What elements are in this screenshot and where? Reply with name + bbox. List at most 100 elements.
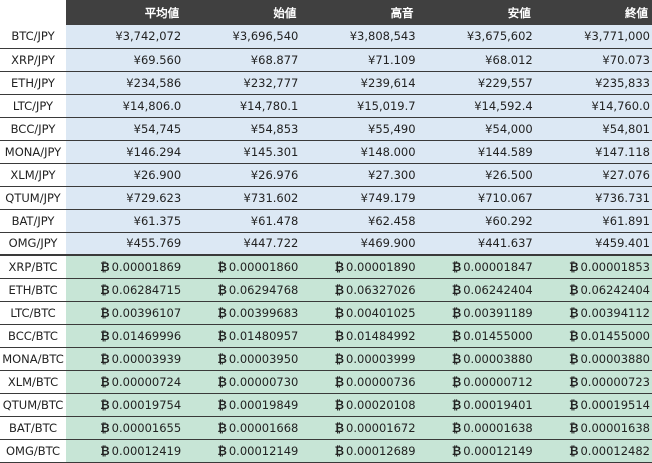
cell-average: ₿ 0.06284715 (66, 278, 184, 302)
table-header: 平均値 始値 高音 安値 終値 (0, 0, 652, 25)
bitcoin-symbol: ₿ (451, 397, 462, 412)
price-value: 0.00394112 (580, 305, 650, 320)
cell-close: ¥61.891 (534, 209, 652, 233)
price-value: 3,808,543 (357, 29, 416, 44)
price-value: 0.00000724 (111, 374, 182, 389)
bitcoin-symbol: ₿ (569, 282, 579, 297)
bitcoin-symbol: ₿ (451, 351, 462, 366)
cell-close: ₿ 0.00000723 (534, 370, 652, 394)
price-value: 146.294 (133, 144, 182, 159)
bitcoin-symbol: ₿ (100, 259, 110, 274)
cell-low: ₿ 0.00391189 (417, 301, 535, 325)
cell-low: ¥60.292 (417, 209, 535, 233)
cell-high: ₿ 0.00401025 (300, 301, 418, 325)
price-table: 平均値 始値 高音 安値 終値 BTC/JPY ¥3,742,072 ¥3,696,… (0, 0, 652, 463)
cell-low: ¥144.589 (417, 140, 535, 164)
yen-symbol: ¥ (602, 167, 610, 182)
cell-low: ₿ 0.00019401 (417, 393, 535, 417)
cell-high: ₿ 0.00012689 (300, 439, 418, 463)
cell-close: ₿ 0.06242404 (534, 278, 652, 302)
table-row: LTC/JPY ¥14,806.0 ¥14,780.1 ¥15,019.7 ¥14,59… (0, 94, 652, 118)
price-value: 0.01455000 (580, 328, 650, 343)
bitcoin-symbol: ₿ (100, 305, 110, 320)
price-value: 0.00003880 (463, 351, 533, 366)
bitcoin-symbol: ₿ (100, 328, 110, 343)
price-value: 27.300 (375, 167, 416, 182)
table-row: ETH/JPY ¥234,586 ¥232,777 ¥239,614 ¥229,557 ¥… (0, 71, 652, 95)
price-value: 147.118 (602, 144, 650, 159)
yen-symbol: ¥ (133, 213, 141, 228)
price-value: 729.623 (133, 190, 182, 205)
yen-symbol: ¥ (243, 190, 251, 205)
price-value: 54,801 (609, 121, 650, 136)
cell-high: ₿ 0.06327026 (300, 278, 418, 302)
pair-label: XLM/BTC (0, 370, 66, 394)
pair-label: QTUM/JPY (0, 186, 66, 210)
cell-open: ₿ 0.00001668 (183, 416, 301, 440)
price-value: 0.00019849 (228, 397, 299, 412)
yen-symbol: ¥ (126, 236, 134, 251)
bitcoin-symbol: ₿ (100, 374, 110, 389)
price-value: 62.458 (375, 213, 416, 228)
price-value: 0.01480957 (228, 328, 299, 343)
cell-open: ₿ 0.00012149 (183, 439, 301, 463)
price-value: 61.478 (258, 213, 299, 228)
header-high: 高音 (300, 0, 418, 25)
cell-low: ¥26.500 (417, 163, 535, 187)
price-value: 0.00000712 (463, 374, 533, 389)
cell-high: ¥3,808,543 (300, 25, 418, 49)
bitcoin-symbol: ₿ (451, 420, 462, 435)
yen-symbol: ¥ (360, 144, 368, 159)
bitcoin-symbol: ₿ (100, 443, 110, 458)
bitcoin-symbol: ₿ (217, 328, 227, 343)
cell-low: ¥229,557 (417, 71, 535, 95)
cell-open: ₿ 0.01480957 (183, 324, 301, 348)
price-value: 0.00012149 (463, 443, 533, 458)
cell-average: ₿ 0.00001869 (66, 254, 184, 279)
price-value: 0.00001672 (346, 420, 416, 435)
header-open: 始値 (183, 0, 301, 25)
yen-symbol: ¥ (243, 144, 251, 159)
pair-label: XRP/JPY (0, 48, 66, 72)
cell-close: ₿ 0.00001853 (534, 254, 652, 279)
price-value: 3,675,602 (474, 29, 533, 44)
price-value: 469.900 (368, 236, 416, 251)
price-value: 0.06242404 (463, 282, 533, 297)
yen-symbol: ¥ (232, 29, 240, 44)
price-value: 3,771,000 (591, 29, 650, 44)
cell-low: ¥710.067 (417, 186, 535, 210)
price-value: 0.00001860 (228, 259, 299, 274)
price-value: 0.00000723 (580, 374, 650, 389)
table-row: LTC/BTC ₿ 0.00396107 ₿ 0.00399683 ₿ 0.00401025… (0, 301, 652, 325)
table-body: BTC/JPY ¥3,742,072 ¥3,696,540 ¥3,808,543 ¥3,… (0, 25, 652, 463)
price-value: 60.292 (492, 213, 533, 228)
price-value: 0.00401025 (346, 305, 416, 320)
price-value: 0.00012149 (228, 443, 299, 458)
cell-low: ¥14,592.4 (417, 94, 535, 118)
cell-open: ₿ 0.00399683 (183, 301, 301, 325)
price-value: 0.00399683 (228, 305, 299, 320)
bitcoin-symbol: ₿ (100, 420, 110, 435)
price-value: 0.00012419 (111, 443, 182, 458)
cell-average: ¥729.623 (66, 186, 184, 210)
cell-open: ¥61.478 (183, 209, 301, 233)
bitcoin-symbol: ₿ (451, 305, 462, 320)
price-value: 0.00000736 (346, 374, 416, 389)
price-value: 0.00000730 (228, 374, 299, 389)
price-value: 0.00001869 (111, 259, 182, 274)
price-value: 71.109 (375, 52, 416, 67)
yen-symbol: ¥ (602, 52, 610, 67)
price-value: 0.00001890 (346, 259, 416, 274)
cell-low: ₿ 0.06242404 (417, 278, 535, 302)
yen-symbol: ¥ (360, 236, 368, 251)
price-value: 0.00019514 (580, 397, 650, 412)
cell-close: ₿ 0.00012482 (534, 439, 652, 463)
price-value: 144.589 (485, 144, 533, 159)
price-value: 0.00001853 (580, 259, 650, 274)
bitcoin-symbol: ₿ (217, 374, 227, 389)
cell-average: ₿ 0.00003939 (66, 347, 184, 371)
price-value: 61.891 (609, 213, 650, 228)
table-row: QTUM/BTC ₿ 0.00019754 ₿ 0.00019849 ₿ 0.0002010… (0, 393, 652, 417)
cell-close: ¥14,760.0 (534, 94, 652, 118)
bitcoin-symbol: ₿ (217, 282, 227, 297)
